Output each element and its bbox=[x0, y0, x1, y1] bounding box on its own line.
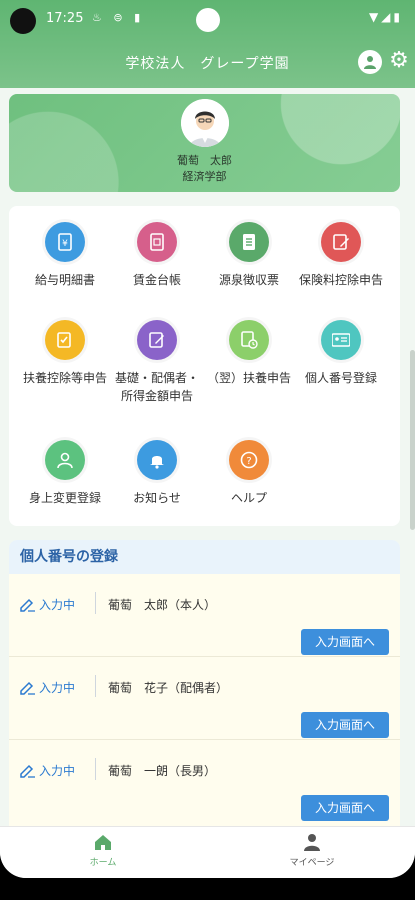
camera-cutout bbox=[10, 8, 36, 34]
account-icon[interactable] bbox=[358, 50, 382, 74]
open-input-button[interactable]: 入力画面へ bbox=[301, 629, 389, 655]
app-header: 17:25 ♨ ⊜ ▮ ▼◢▮ 学校法人 グレープ学園 ⚙ bbox=[0, 0, 415, 88]
menu-item-insurance-deduction[interactable]: 保険料控除申告 bbox=[295, 222, 387, 289]
my-number-section: 個人番号の登録 入力中 葡萄 太郎（本人） 入力画面へ 入力中 葡萄 花子（配偶… bbox=[9, 540, 400, 840]
camera-dot bbox=[196, 8, 220, 32]
menu-item-withholding-slip[interactable]: 源泉徴収票 bbox=[203, 222, 295, 289]
doc-clock-icon bbox=[229, 320, 269, 360]
doc-pen-icon bbox=[137, 320, 177, 360]
person-name: 葡萄 花子（配偶者） bbox=[108, 681, 229, 695]
status-label: 入力中 bbox=[20, 762, 75, 779]
svg-text:¥: ¥ bbox=[62, 239, 68, 249]
menu-item-personal-change[interactable]: 身上変更登録 bbox=[19, 440, 111, 507]
list-doc-icon bbox=[229, 222, 269, 262]
menu-item-notices[interactable]: お知らせ bbox=[111, 440, 203, 507]
divider bbox=[95, 758, 96, 780]
app-screen: 17:25 ♨ ⊜ ▮ ▼◢▮ 学校法人 グレープ学園 ⚙ 葡萄 太郎 経済学部 bbox=[0, 0, 415, 878]
status-label: 入力中 bbox=[20, 679, 75, 696]
person-icon bbox=[45, 440, 85, 480]
menu-grid: ¥ 給与明細書 賃金台帳 源泉徴収票 保険料控除申告 扶養控除等申告 基礎・配偶… bbox=[9, 206, 400, 526]
help-icon: ? bbox=[229, 440, 269, 480]
menu-item-help[interactable]: ? ヘルプ bbox=[203, 440, 295, 507]
settings-gear-icon[interactable]: ⚙ bbox=[387, 50, 411, 74]
profile-card: 葡萄 太郎 経済学部 bbox=[9, 94, 400, 192]
form-pen-icon bbox=[321, 222, 361, 262]
person-name: 葡萄 太郎（本人） bbox=[108, 598, 217, 612]
status-icons-left: ♨ ⊜ ▮ bbox=[92, 11, 145, 24]
menu-item-my-number[interactable]: 個人番号登録 bbox=[295, 320, 387, 387]
id-card-icon bbox=[321, 320, 361, 360]
status-time: 17:25 bbox=[46, 11, 84, 26]
svg-text:?: ? bbox=[246, 456, 251, 467]
status-label: 入力中 bbox=[20, 596, 75, 613]
edit-pencil-icon bbox=[20, 764, 35, 778]
edit-pencil-icon bbox=[20, 681, 35, 695]
list-item: 入力中 葡萄 花子（配偶者） 入力画面へ bbox=[9, 657, 400, 740]
nav-home[interactable]: ホーム bbox=[43, 833, 163, 868]
divider bbox=[95, 592, 96, 614]
avatar bbox=[181, 99, 229, 147]
bell-icon bbox=[137, 440, 177, 480]
menu-item-dependent-deduction[interactable]: 扶養控除等申告 bbox=[19, 320, 111, 387]
profile-department: 経済学部 bbox=[182, 170, 227, 183]
open-input-button[interactable]: 入力画面へ bbox=[301, 795, 389, 821]
menu-item-wage-ledger[interactable]: 賃金台帳 bbox=[111, 222, 203, 289]
bottom-nav: ホーム マイページ bbox=[0, 826, 415, 878]
form-check-icon bbox=[45, 320, 85, 360]
app-title: 学校法人 グレープ学園 bbox=[125, 56, 290, 72]
ledger-icon bbox=[137, 222, 177, 262]
person-name: 葡萄 一朗（長男） bbox=[108, 764, 217, 778]
nav-mypage[interactable]: マイページ bbox=[252, 833, 372, 868]
profile-name: 葡萄 太郎 bbox=[177, 154, 232, 167]
section-title: 個人番号の登録 bbox=[9, 540, 400, 574]
scrollbar[interactable] bbox=[410, 350, 415, 530]
open-input-button[interactable]: 入力画面へ bbox=[301, 712, 389, 738]
list-item: 入力中 葡萄 一朗（長男） 入力画面へ bbox=[9, 740, 400, 822]
list-item: 入力中 葡萄 太郎（本人） 入力画面へ bbox=[9, 574, 400, 657]
yen-doc-icon: ¥ bbox=[45, 222, 85, 262]
user-icon bbox=[304, 834, 320, 851]
menu-item-next-year-dependent[interactable]: （翌）扶養申告 bbox=[203, 320, 295, 387]
home-icon bbox=[95, 835, 111, 850]
menu-item-pay-slip[interactable]: ¥ 給与明細書 bbox=[19, 222, 111, 289]
menu-item-basic-spouse-income[interactable]: 基礎・配偶者・所得金額申告 bbox=[111, 320, 203, 405]
status-icons-right: ▼◢▮ bbox=[368, 10, 403, 24]
edit-pencil-icon bbox=[20, 598, 35, 612]
divider bbox=[95, 675, 96, 697]
